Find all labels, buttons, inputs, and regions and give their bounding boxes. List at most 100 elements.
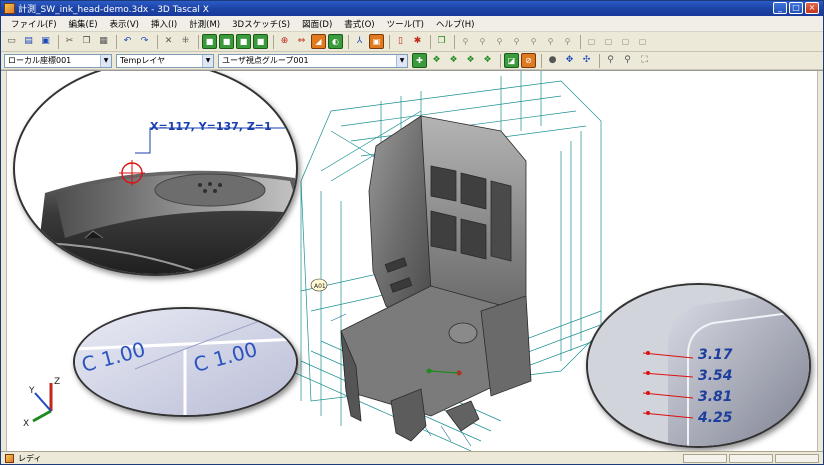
chevron-down-icon[interactable]: ▼ <box>100 54 111 67</box>
maximize-button[interactable]: □ <box>789 2 803 14</box>
axis-icon[interactable]: ⅄ <box>352 34 367 49</box>
shaded-view-icon[interactable]: ■ <box>219 34 234 49</box>
fit-view-icon[interactable]: ◪ <box>504 53 519 68</box>
coordinate-system-value: ローカル座標001 <box>8 56 72 65</box>
magnifier-fillet: 3.17 3.54 3.81 4.25 <box>586 283 811 448</box>
view-bottom-icon[interactable]: ⚲ <box>509 34 524 49</box>
close-button[interactable]: × <box>805 2 819 14</box>
triad-y-label: Y <box>28 386 35 396</box>
menu-insert[interactable]: 挿入(I) <box>145 18 183 30</box>
status-text: レディ <box>18 453 42 463</box>
menu-file[interactable]: ファイル(F) <box>5 18 63 30</box>
cube-view-icon[interactable]: ❒ <box>434 34 449 49</box>
toolbar-separator <box>541 53 542 68</box>
app-window: 計測_SW_ink_head-demo.3dx - 3D Tascal X _ … <box>0 0 824 465</box>
wireframe-view-icon[interactable]: ■ <box>253 34 268 49</box>
toolbar-separator <box>500 53 501 68</box>
view-extra2-icon[interactable]: ▢ <box>601 34 616 49</box>
viewpoint-group-value: ユーザ視点グループ001 <box>222 56 309 65</box>
toolbar-separator <box>348 34 349 49</box>
menu-format[interactable]: 書式(O) <box>338 18 380 30</box>
new-file-icon[interactable]: ▭ <box>4 34 19 49</box>
zoom-icon[interactable]: ⚲ <box>603 53 618 68</box>
menu-3d-sketch[interactable]: 3Dスケッチ(S) <box>226 18 296 30</box>
view-extra3-icon[interactable]: ▢ <box>618 34 633 49</box>
3d-viewport[interactable]: A01 Z Y X X=117, Y=137, Z=1 C 1.00 C 1.0… <box>1 70 823 451</box>
chevron-down-icon[interactable]: ▼ <box>396 54 407 67</box>
magnifier-chamfer: C 1.00 C 1.00 <box>73 307 298 417</box>
section-icon[interactable]: ▣ <box>369 34 384 49</box>
viewpoint-icon-4[interactable]: ❖ <box>480 53 495 68</box>
view-extra1-icon[interactable]: ▢ <box>584 34 599 49</box>
toolbar-separator <box>599 53 600 68</box>
viewpoint-group-select[interactable]: ユーザ視点グループ001 ▼ <box>218 53 408 68</box>
status-app-icon <box>5 453 14 463</box>
point-measure-icon[interactable]: ⊕ <box>277 34 292 49</box>
annotation-icon[interactable]: ▯ <box>393 34 408 49</box>
fillet-dim-3: 3.81 <box>698 389 733 405</box>
delete-icon[interactable]: ✕ <box>161 34 176 49</box>
minimize-button[interactable]: _ <box>773 2 787 14</box>
title-bar: 計測_SW_ink_head-demo.3dx - 3D Tascal X _ … <box>1 1 823 16</box>
cut-icon[interactable]: ✂ <box>62 34 77 49</box>
solid-view-icon[interactable]: ■ <box>202 34 217 49</box>
orbit-icon[interactable]: ✣ <box>579 53 594 68</box>
cancel-view-icon[interactable]: ⊘ <box>521 53 536 68</box>
dimension-callout[interactable]: A01 <box>310 278 328 292</box>
view-top-icon[interactable]: ⚲ <box>492 34 507 49</box>
select-icon[interactable]: ⁜ <box>178 34 193 49</box>
undo-icon[interactable]: ↶ <box>120 34 135 49</box>
fillet-dim-1: 3.17 <box>698 347 733 363</box>
menu-tools[interactable]: ツール(T) <box>381 18 430 30</box>
paste-icon[interactable]: ▦ <box>96 34 111 49</box>
view-front-icon[interactable]: ⚲ <box>458 34 473 49</box>
open-folder-icon[interactable]: ▤ <box>21 34 36 49</box>
coordinate-readout: X=117, Y=137, Z=1 <box>150 120 272 133</box>
fillet-dim-2: 3.54 <box>698 368 733 384</box>
solid-part <box>340 115 532 442</box>
app-logo-icon[interactable] <box>4 3 15 14</box>
save-icon[interactable]: ▣ <box>38 34 53 49</box>
view-iso-icon[interactable]: ⚲ <box>560 34 575 49</box>
view-right-icon[interactable]: ⚲ <box>543 34 558 49</box>
toolbar-separator <box>58 34 59 49</box>
status-bar: レディ <box>1 451 823 464</box>
status-pane-2 <box>729 454 773 463</box>
zoom-window-icon[interactable]: ⚲ <box>620 53 635 68</box>
viewpoint-icon-3[interactable]: ❖ <box>463 53 478 68</box>
clear-annotation-icon[interactable]: ✱ <box>410 34 425 49</box>
toolbar-separator <box>198 34 199 49</box>
fit-all-icon[interactable]: ⛶ <box>637 53 652 68</box>
pan-icon[interactable]: ✥ <box>562 53 577 68</box>
view-left-icon[interactable]: ⚲ <box>526 34 541 49</box>
window-title: 計測_SW_ink_head-demo.3dx - 3D Tascal X <box>18 5 209 15</box>
layer-value: Tempレイヤ <box>120 56 166 65</box>
redo-icon[interactable]: ↷ <box>137 34 152 49</box>
menu-drawing[interactable]: 図面(D) <box>296 18 338 30</box>
copy-icon[interactable]: ❐ <box>79 34 94 49</box>
view-extra4-icon[interactable]: ▢ <box>635 34 650 49</box>
coordinate-system-select[interactable]: ローカル座標001 ▼ <box>4 53 112 68</box>
radius-measure-icon[interactable]: ◐ <box>328 34 343 49</box>
hidden-line-icon[interactable]: ■ <box>236 34 251 49</box>
triad-x-label: X <box>23 419 29 429</box>
toolbar-separator <box>157 34 158 49</box>
secondary-toolbar: ローカル座標001 ▼ Tempレイヤ ▼ ユーザ視点グループ001 ▼ ✚ ❖… <box>1 52 823 70</box>
menu-edit[interactable]: 編集(E) <box>63 18 104 30</box>
status-panes <box>683 454 819 463</box>
layer-select[interactable]: Tempレイヤ ▼ <box>116 53 214 68</box>
menu-view[interactable]: 表示(V) <box>104 18 145 30</box>
viewpoint-icon-1[interactable]: ❖ <box>429 53 444 68</box>
status-pane-1 <box>683 454 727 463</box>
chevron-down-icon[interactable]: ▼ <box>202 54 213 67</box>
viewpoint-icon-2[interactable]: ❖ <box>446 53 461 68</box>
viewpoint-add-icon[interactable]: ✚ <box>412 53 427 68</box>
view-back-icon[interactable]: ⚲ <box>475 34 490 49</box>
magnifier-coordinate: X=117, Y=137, Z=1 <box>13 71 298 276</box>
distance-measure-icon[interactable]: ⇔ <box>294 34 309 49</box>
angle-measure-icon[interactable]: ◢ <box>311 34 326 49</box>
callout-label: A01 <box>314 283 326 290</box>
menu-measure[interactable]: 計測(M) <box>183 18 226 30</box>
menu-help[interactable]: ヘルプ(H) <box>430 18 481 30</box>
rotate-icon[interactable]: ● <box>545 53 560 68</box>
